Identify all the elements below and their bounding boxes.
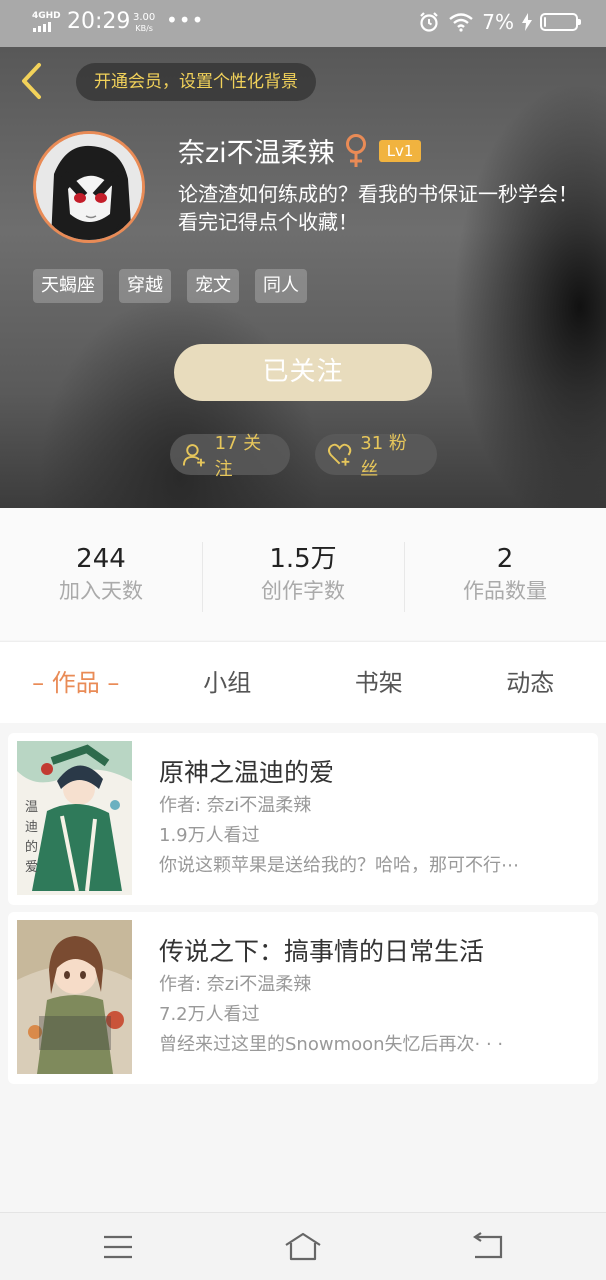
stat-value: 2 bbox=[496, 544, 514, 574]
cover-image bbox=[17, 920, 132, 1074]
work-author: 作者: 奈zi不温柔辣 bbox=[159, 795, 312, 816]
stats-bar: 244 加入天数 1.5万 创作字数 2 作品数量 bbox=[0, 508, 606, 640]
fans-count: 31 粉丝 bbox=[360, 432, 407, 480]
stat-works: 2 作品数量 bbox=[404, 542, 606, 612]
work-author: 作者: 奈zi不温柔辣 bbox=[159, 974, 312, 995]
tab-activity[interactable]: 动态 bbox=[455, 642, 606, 723]
back-icon[interactable] bbox=[467, 1231, 507, 1263]
bio: 论渣渣如何练成的？看我的书保证一秒学会！看完记得点个收藏！ bbox=[178, 182, 578, 234]
book-cover[interactable] bbox=[17, 920, 132, 1074]
work-description: 你说这颗苹果是送给我的？哈哈，那可不行⋯ bbox=[159, 855, 519, 876]
clock: 20:29 bbox=[67, 9, 131, 34]
stat-label: 作品数量 bbox=[463, 579, 547, 603]
level-badge: Lv1 bbox=[378, 139, 422, 162]
battery-percent: 7% bbox=[482, 10, 514, 34]
following-count-button[interactable]: 17 关注 bbox=[170, 433, 290, 480]
add-user-icon bbox=[182, 443, 205, 466]
cover-image: 温 迪 的 爱 bbox=[17, 741, 132, 895]
tag[interactable]: 同人 bbox=[255, 269, 307, 303]
fans-count-button[interactable]: 31 粉丝 bbox=[315, 433, 437, 480]
work-card[interactable]: 温 迪 的 爱 原神之温迪的爱 作者: 奈zi不温柔辣 1.9万人看过 你说这颗… bbox=[8, 733, 598, 905]
home-icon[interactable] bbox=[283, 1231, 323, 1263]
svg-text:迪: 迪 bbox=[25, 820, 38, 835]
signal-icon bbox=[33, 22, 51, 32]
stat-days: 244 加入天数 bbox=[0, 542, 202, 606]
battery-icon bbox=[540, 13, 581, 31]
speed-unit: KB/s bbox=[135, 24, 153, 33]
work-card[interactable]: 传说之下：搞事情的日常生活 作者: 奈zi不温柔辣 7.2万人看过 曾经来过这里… bbox=[8, 912, 598, 1084]
wifi-icon bbox=[449, 13, 474, 32]
back-arrow-icon[interactable] bbox=[14, 61, 54, 101]
work-views: 7.2万人看过 bbox=[159, 1004, 260, 1025]
network-type: 4GHD bbox=[32, 11, 61, 21]
menu-icon[interactable] bbox=[98, 1231, 138, 1263]
work-description: 曾经来过这里的Snowmoon失忆后再次· · · bbox=[159, 1034, 504, 1055]
tab-bookshelf[interactable]: 书架 bbox=[303, 642, 455, 723]
speed-value: 3.00 bbox=[133, 12, 156, 23]
charging-icon bbox=[522, 13, 532, 31]
username: 奈zi不温柔辣 bbox=[178, 138, 335, 169]
vip-background-banner[interactable]: 开通会员，设置个性化背景 bbox=[76, 63, 316, 101]
more-notifications-icon: ••• bbox=[166, 8, 205, 32]
cover-text: 温 bbox=[25, 800, 38, 815]
stat-value: 244 bbox=[76, 544, 126, 574]
tab-works[interactable]: – 作品 – bbox=[0, 642, 152, 723]
stat-label: 加入天数 bbox=[59, 579, 143, 603]
work-views: 1.9万人看过 bbox=[159, 825, 260, 846]
avatar[interactable] bbox=[33, 131, 145, 243]
tag[interactable]: 宠文 bbox=[187, 269, 239, 303]
svg-text:爱: 爱 bbox=[25, 860, 38, 875]
tag-list: 天蝎座 穿越 宠文 同人 bbox=[33, 269, 307, 303]
network-speed: 3.00 KB/s bbox=[133, 12, 155, 34]
status-bar: 4GHD 20:29 3.00 KB/s ••• 7% bbox=[0, 0, 606, 47]
work-title[interactable]: 原神之温迪的爱 bbox=[159, 753, 334, 789]
heart-plus-icon bbox=[327, 443, 352, 466]
avatar-image bbox=[36, 134, 142, 240]
profile-header: 开通会员，设置个性化背景 奈zi不温柔辣 Lv1 论渣渣如何练成的？看我的书保证… bbox=[0, 47, 606, 508]
stat-label: 创作字数 bbox=[261, 579, 345, 603]
system-navigation-bar bbox=[0, 1212, 606, 1280]
alarm-icon bbox=[420, 12, 439, 32]
following-count: 17 关注 bbox=[214, 432, 262, 480]
work-title[interactable]: 传说之下：搞事情的日常生活 bbox=[159, 932, 484, 968]
svg-text:的: 的 bbox=[25, 839, 38, 855]
tag[interactable]: 天蝎座 bbox=[33, 269, 103, 303]
stat-value: 1.5万 bbox=[269, 544, 337, 574]
tab-groups[interactable]: 小组 bbox=[152, 642, 304, 723]
follow-button[interactable]: 已关注 bbox=[174, 344, 432, 401]
username-row: 奈zi不温柔辣 Lv1 bbox=[178, 131, 422, 170]
stat-words: 1.5万 创作字数 bbox=[202, 542, 404, 612]
female-icon bbox=[345, 133, 366, 167]
book-cover[interactable]: 温 迪 的 爱 bbox=[17, 741, 132, 895]
tag[interactable]: 穿越 bbox=[119, 269, 171, 303]
tab-bar: – 作品 – 小组 书架 动态 bbox=[0, 641, 606, 723]
